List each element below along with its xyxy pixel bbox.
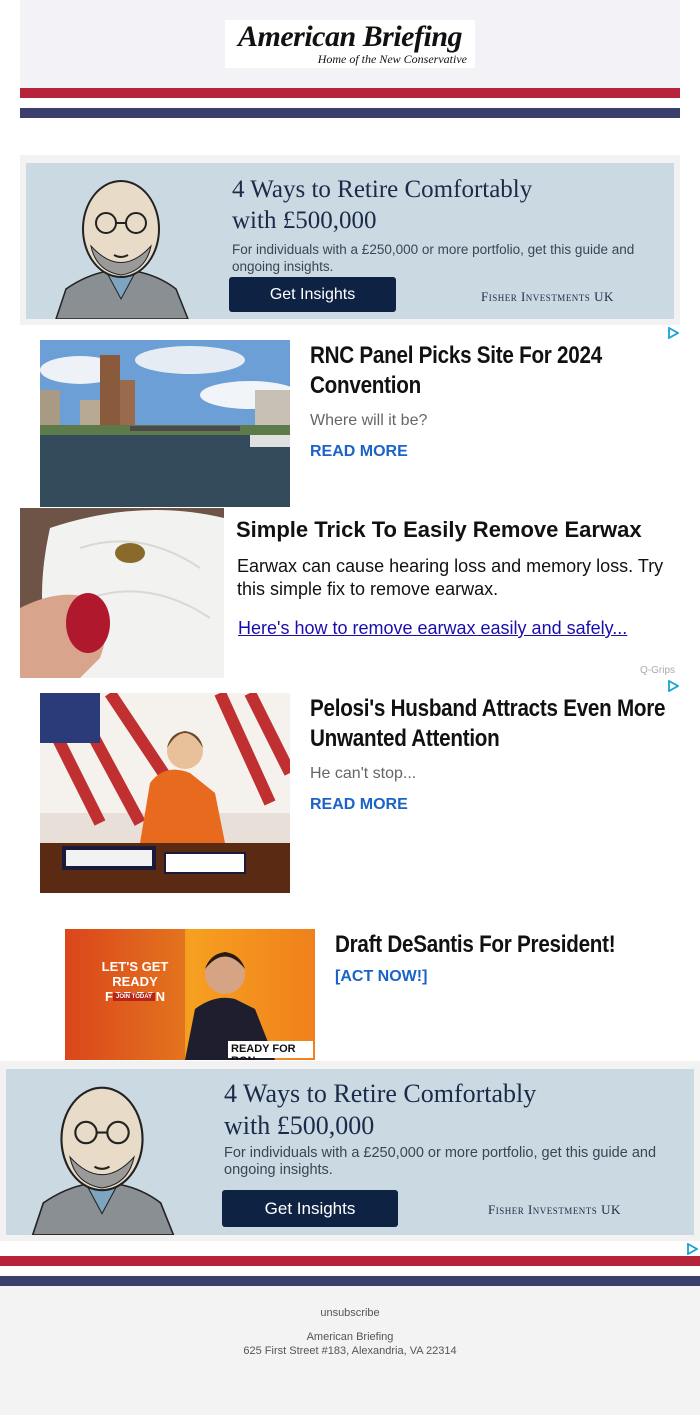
logo[interactable]: American Briefing Home of the New Conser… xyxy=(225,20,475,68)
article-desc-pelosi: He can't stop... xyxy=(310,765,417,782)
unsubscribe-link[interactable]: unsubscribe xyxy=(0,1307,700,1319)
fisher-ad-panel: 4 Ways to Retire Comfortably with £500,0… xyxy=(26,163,674,319)
article-desc-rnc: Where will it be? xyxy=(310,412,428,429)
article-image-rnc[interactable] xyxy=(40,340,290,507)
fisher-headline-1: 4 Ways to Retire Comfortably xyxy=(224,1079,537,1108)
article-image-pelosi[interactable] xyxy=(40,693,290,893)
desantis-title[interactable]: Draft DeSantis For President! xyxy=(335,930,679,960)
header-stripe-blue xyxy=(20,108,680,118)
footer-org: American Briefing xyxy=(306,1331,394,1343)
earwax-ad-body: Earwax can cause hearing loss and memory… xyxy=(237,556,664,599)
header: American Briefing Home of the New Conser… xyxy=(20,0,680,88)
footer-stripe-blue xyxy=(0,1276,700,1286)
article-title-rnc[interactable]: RNC Panel Picks Site For 2024 Convention xyxy=(310,341,680,401)
fisher-ad-bottom[interactable]: 4 Ways to Retire Comfortably with £500,0… xyxy=(0,1061,700,1241)
earwax-ad-image[interactable] xyxy=(20,508,224,678)
fisher-ad-top[interactable]: 4 Ways to Retire Comfortably with £500,0… xyxy=(20,155,680,325)
get-insights-button[interactable]: Get Insights xyxy=(222,1190,398,1227)
fisher-brand: Fisher Investments UK xyxy=(488,1202,621,1217)
earwax-ad-link[interactable]: Here's how to remove earwax easily and s… xyxy=(238,618,627,639)
desantis-banner-image[interactable]: LET'S GET READY FOR RON JOIN TODAY READY… xyxy=(65,929,315,1060)
logo-title: American Briefing xyxy=(237,20,463,53)
fisher-headline-2: with £500,000 xyxy=(232,207,377,234)
fisher-headline-1: 4 Ways to Retire Comfortably xyxy=(232,176,533,203)
read-more-link-rnc[interactable]: READ MORE xyxy=(310,443,408,461)
header-stripe-red xyxy=(20,88,680,98)
article-title-pelosi[interactable]: Pelosi's Husband Attracts Even More Unwa… xyxy=(310,694,680,754)
fisher-headline-2: with £500,000 xyxy=(224,1111,375,1140)
adchoices-icon[interactable] xyxy=(667,327,679,339)
earwax-ad-brand: Q-Grips xyxy=(640,665,675,676)
footer: unsubscribe American Briefing 625 First … xyxy=(0,1286,700,1415)
banner-line-1: LET'S GET READY xyxy=(101,959,169,989)
fisher-body: For individuals with a £250,000 or more … xyxy=(232,242,635,274)
logo-subtitle: Home of the New Conservative xyxy=(317,52,467,66)
adchoices-icon[interactable] xyxy=(686,1243,698,1255)
fisher-ad-panel: 4 Ways to Retire Comfortably with £500,0… xyxy=(6,1069,694,1235)
footer-stripe-red xyxy=(0,1256,700,1266)
footer-address: 625 First Street #183, Alexandria, VA 22… xyxy=(243,1345,457,1357)
fisher-brand: Fisher Investments UK xyxy=(481,289,614,304)
read-more-link-pelosi[interactable]: READ MORE xyxy=(310,796,408,814)
adchoices-icon[interactable] xyxy=(667,680,679,692)
man-illustration xyxy=(55,180,189,319)
earwax-ad-title[interactable]: Simple Trick To Easily Remove Earwax xyxy=(236,517,642,543)
man-illustration xyxy=(31,1086,175,1235)
get-insights-button[interactable]: Get Insights xyxy=(229,277,396,312)
fisher-body: For individuals with a £250,000 or more … xyxy=(224,1145,657,1178)
banner-tag: READY FOR RON xyxy=(231,1043,296,1060)
banner-join: JOIN TODAY xyxy=(113,993,156,1001)
act-now-link[interactable]: [ACT NOW!] xyxy=(335,968,427,986)
